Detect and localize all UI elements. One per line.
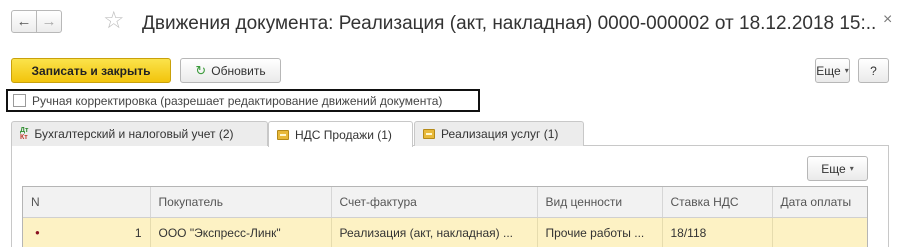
cell-value-type[interactable]: Прочие работы ...: [537, 217, 663, 247]
arrow-right-icon: →: [41, 13, 57, 30]
refresh-button[interactable]: ↻ Обновить: [180, 58, 281, 83]
register-icon: [277, 129, 289, 140]
kt-label: Кт: [20, 134, 28, 141]
save-and-close-button[interactable]: Записать и закрыть: [11, 58, 171, 83]
manual-edit-checkbox[interactable]: [13, 94, 26, 107]
record-marker-icon: ●: [35, 228, 40, 238]
register-icon: [423, 129, 435, 139]
more-label: Еще: [821, 161, 846, 176]
tab-label: Бухгалтерский и налоговый учет (2): [34, 127, 234, 141]
tab-accounting[interactable]: Дт Кт Бухгалтерский и налоговый учет (2): [11, 121, 268, 146]
table-header-row: N Покупатель Счет-фактура Вид ценности С…: [23, 187, 867, 218]
forward-button[interactable]: →: [36, 10, 62, 33]
chevron-down-icon: ▾: [849, 164, 854, 173]
movements-table: N Покупатель Счет-фактура Вид ценности С…: [22, 186, 868, 247]
column-header-value-type[interactable]: Вид ценности: [537, 187, 663, 218]
column-header-invoice[interactable]: Счет-фактура: [331, 187, 538, 218]
cell-buyer[interactable]: ООО "Экспресс-Линк": [150, 217, 332, 247]
cell-invoice[interactable]: Реализация (акт, накладная) ...: [331, 217, 538, 247]
cell-vat-rate[interactable]: 18/118: [662, 217, 773, 247]
back-button[interactable]: ←: [11, 10, 37, 33]
cell-n[interactable]: ● 1: [23, 217, 151, 247]
tab-label: НДС Продажи (1): [295, 127, 392, 142]
help-button[interactable]: ?: [858, 58, 889, 83]
more-label: Еще: [816, 63, 841, 78]
column-header-buyer[interactable]: Покупатель: [150, 187, 332, 218]
refresh-label: Обновить: [211, 63, 266, 78]
page-title: Движения документа: Реализация (акт, нак…: [142, 13, 875, 34]
dt-kt-icon: Дт Кт: [20, 127, 28, 141]
chevron-down-icon: ▾: [844, 66, 849, 75]
cell-n-value: 1: [134, 225, 142, 240]
tab-service-sales[interactable]: Реализация услуг (1): [414, 121, 584, 146]
column-header-n[interactable]: N: [23, 187, 151, 218]
table-more-button[interactable]: Еще ▾: [807, 156, 868, 181]
arrow-left-icon: ←: [16, 13, 32, 30]
more-button[interactable]: Еще ▾: [815, 58, 850, 83]
column-header-pay-date[interactable]: Дата оплаты: [772, 187, 867, 218]
cell-pay-date[interactable]: [772, 217, 867, 247]
refresh-icon: ↻: [195, 62, 207, 78]
tab-label: Реализация услуг (1): [441, 127, 559, 141]
close-icon[interactable]: ×: [883, 11, 892, 29]
dt-label: Дт: [20, 127, 29, 134]
star-icon[interactable]: ☆: [103, 9, 125, 33]
table-row[interactable]: ● 1 ООО "Экспресс-Линк" Реализация (акт,…: [23, 217, 867, 247]
manual-edit-row[interactable]: Ручная корректировка (разрешает редактир…: [6, 89, 480, 112]
column-header-vat-rate[interactable]: Ставка НДС: [662, 187, 773, 218]
manual-edit-label: Ручная корректировка (разрешает редактир…: [32, 93, 443, 108]
tab-vat-sales[interactable]: НДС Продажи (1): [268, 121, 413, 147]
